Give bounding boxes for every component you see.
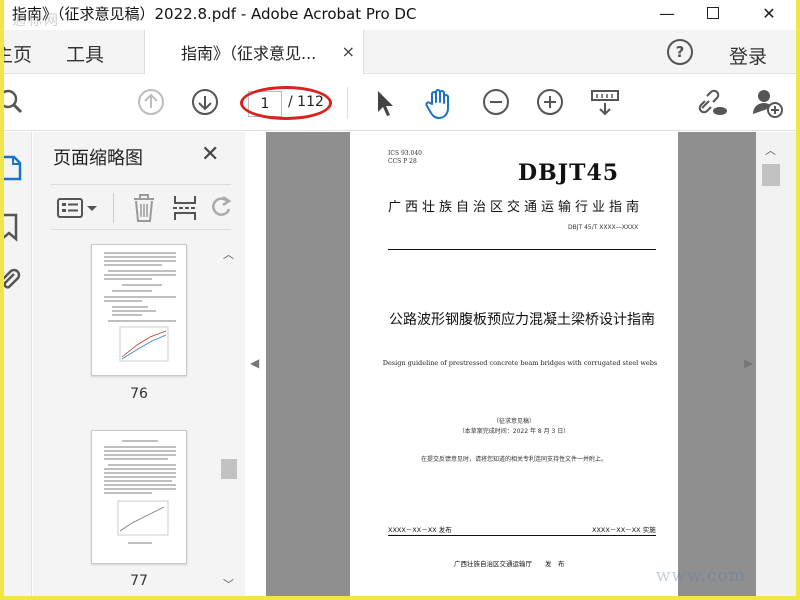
- scroll-up-arrow-icon[interactable]: ︿: [223, 246, 234, 262]
- delete-page-icon[interactable]: [131, 193, 157, 223]
- current-page-input[interactable]: 1: [248, 91, 282, 117]
- thumbnails-scrollbar[interactable]: ︿ ﹀: [219, 244, 239, 594]
- maximize-button[interactable]: [690, 0, 736, 26]
- standard-brand: DBJT45: [518, 160, 620, 186]
- main-toolbar: 1 / 112: [4, 75, 796, 131]
- add-user-icon[interactable]: [752, 88, 784, 118]
- document-title: 公路波形钢腹板预应力混凝土梁桥设计指南: [389, 312, 655, 328]
- document-title-english: Design guideline of prestressed concrete…: [382, 359, 658, 367]
- document-view[interactable]: ICS 93.040 CCS P 28 DBJT45 广西壮族自治区交通运输行业…: [266, 132, 756, 596]
- page-total: / 112: [288, 94, 324, 110]
- doc-scroll-up-icon[interactable]: ︿: [765, 142, 776, 158]
- thumbnail-page-label: 77: [130, 573, 148, 589]
- implementation-date: XXXX－XX－XX 实施: [592, 526, 656, 534]
- issue-date: XXXX－XX－XX 发布: [388, 526, 452, 534]
- issuer-line: 广西壮族自治区交通运输厅 发 布: [454, 560, 565, 568]
- collapse-right-panel-icon[interactable]: ▶: [744, 356, 753, 370]
- login-button[interactable]: 登录: [729, 42, 767, 69]
- page-thumbnails-icon[interactable]: [4, 154, 24, 182]
- title-bar: 指南》（征求意见稿）2022.8.pdf - Adobe Acrobat Pro…: [4, 0, 796, 26]
- extract-pages-icon[interactable]: [171, 193, 199, 223]
- zoom-in-icon[interactable]: [536, 88, 564, 116]
- minimize-button[interactable]: —: [644, 0, 690, 26]
- thumbnail-page-label: 76: [130, 386, 148, 402]
- rotate-page-icon[interactable]: [209, 193, 233, 223]
- page-layout-icon[interactable]: [590, 88, 620, 118]
- tab-document[interactable]: 指南》（征求意见... ×: [144, 30, 364, 74]
- close-tab-icon[interactable]: ×: [342, 42, 355, 61]
- draft-date: （本草案完成时间：2022 年 8 月 3 日）: [458, 428, 570, 435]
- thumbnails-scroll-thumb[interactable]: [221, 459, 237, 479]
- search-icon[interactable]: [4, 88, 24, 116]
- panel-toolbar-divider: [113, 193, 114, 223]
- tab-bar: 主页 工具 指南》（征求意见... × ? 登录: [4, 30, 796, 74]
- tab-tools[interactable]: 工具: [66, 40, 104, 67]
- window-title: 指南》（征求意见稿）2022.8.pdf - Adobe Acrobat Pro…: [12, 4, 417, 23]
- document-scroll-thumb[interactable]: [762, 164, 780, 186]
- thumbnail-page[interactable]: [91, 430, 187, 564]
- maximize-icon: [707, 7, 719, 19]
- standard-number: DBJT 45/T XXXX—XXXX: [568, 224, 639, 231]
- issuing-agency-header: 广西壮族自治区交通运输行业指南: [388, 200, 644, 215]
- hand-tool-icon[interactable]: [424, 88, 454, 120]
- page-down-icon[interactable]: [191, 88, 219, 116]
- document-tab-label: 指南》（征求意见...: [181, 44, 317, 63]
- page-up-icon[interactable]: [137, 88, 165, 116]
- panel-title: 页面缩略图: [53, 148, 143, 169]
- thumbnail-preview: [104, 252, 176, 362]
- toolbar-divider: [347, 87, 348, 119]
- zoom-out-icon[interactable]: [482, 88, 510, 116]
- close-panel-icon[interactable]: ✕: [201, 142, 219, 167]
- patent-notice: 在提交反馈意见时，请将您知道的相关专利连同支持性文件一并附上。: [420, 456, 607, 463]
- pdf-page: ICS 93.040 CCS P 28 DBJT45 广西壮族自治区交通运输行业…: [350, 132, 678, 596]
- acrobat-window: 指南》（征求意见稿）2022.8.pdf - Adobe Acrobat Pro…: [4, 0, 796, 596]
- ics-code: ICS 93.040: [388, 150, 422, 157]
- header-rule: [388, 249, 656, 250]
- thumbnail-options-icon[interactable]: [57, 197, 99, 219]
- help-button[interactable]: ?: [667, 39, 693, 65]
- panel-toolbar: [51, 184, 233, 230]
- attachments-icon[interactable]: [4, 266, 22, 296]
- thumbnail-preview: [104, 440, 176, 544]
- thumbnail-page[interactable]: [91, 244, 187, 376]
- collapse-left-panel-icon[interactable]: ◀: [250, 356, 259, 370]
- document-scrollbar[interactable]: ▶ ︿: [744, 132, 796, 596]
- share-link-icon[interactable]: [696, 88, 728, 118]
- footer-rule: [388, 535, 656, 536]
- ccs-code: CCS P 28: [388, 158, 417, 165]
- draft-label: （征求意见稿）: [492, 418, 535, 425]
- select-cursor-icon[interactable]: [374, 88, 396, 118]
- scroll-down-arrow-icon[interactable]: ﹀: [223, 576, 234, 592]
- thumbnails-panel: 页面缩略图 ✕ 76 77 ︿ ﹀: [33, 132, 245, 596]
- close-window-button[interactable]: ✕: [746, 0, 792, 26]
- bookmarks-icon[interactable]: [4, 212, 22, 242]
- left-tool-strip: [4, 132, 32, 596]
- tab-home[interactable]: 主页: [4, 40, 32, 67]
